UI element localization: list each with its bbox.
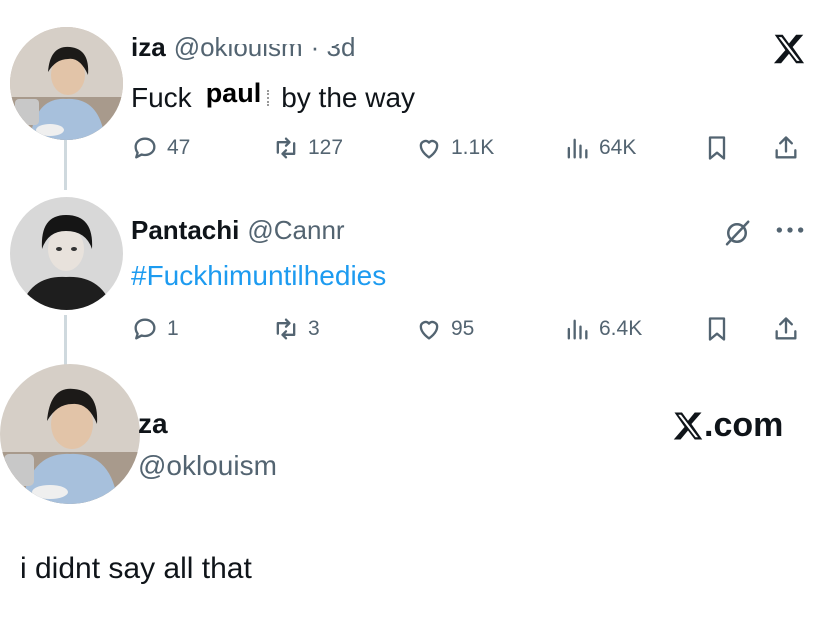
x-brand: .com (670, 406, 783, 445)
like-button[interactable]: 1.1K (415, 134, 494, 162)
thread-line (64, 315, 67, 365)
like-button[interactable]: 95 (415, 315, 474, 343)
like-icon (419, 320, 439, 340)
x-logo-icon (673, 412, 703, 439)
retweet-count: 127 (308, 136, 344, 159)
author-handle[interactable]: @oklouism (138, 450, 277, 481)
avatar[interactable] (10, 197, 123, 310)
views-icon (567, 138, 588, 159)
views-count: 6.4K (599, 317, 643, 340)
reply-icon (134, 318, 156, 340)
thread-line (64, 140, 67, 190)
share-icon[interactable] (772, 134, 800, 167)
x-logo-icon[interactable] (770, 30, 808, 68)
retweet-icon (276, 137, 296, 159)
like-count: 1.1K (451, 136, 495, 159)
redaction-label: paul (205, 78, 262, 108)
reply-text: i didnt say all that (20, 552, 252, 585)
more-icon[interactable] (774, 222, 806, 243)
author-handle[interactable]: @Cannr (247, 215, 344, 246)
avatar[interactable] (10, 27, 123, 140)
brand-label: .com (704, 406, 784, 444)
retweet-button[interactable]: 127 (272, 134, 343, 162)
retweet-button[interactable]: 3 (272, 315, 320, 343)
reply-button[interactable]: 1 (131, 315, 179, 343)
views-button[interactable]: 6.4K (563, 315, 642, 343)
bookmark-icon[interactable] (703, 134, 731, 167)
reply-count: 1 (167, 317, 179, 340)
like-icon (419, 139, 439, 159)
hashtag-link[interactable]: #Fuckhimuntilhedies (131, 260, 386, 291)
author-name[interactable]: iza (131, 32, 166, 63)
author-name[interactable]: za (138, 408, 168, 439)
author-name[interactable]: Pantachi (131, 215, 239, 246)
retweet-count: 3 (308, 317, 320, 340)
grok-icon[interactable] (722, 218, 752, 253)
views-button[interactable]: 64K (563, 134, 636, 162)
reply-count: 47 (167, 136, 191, 159)
tweet-text: Fuck (131, 81, 192, 113)
like-count: 95 (451, 317, 475, 340)
share-icon[interactable] (772, 315, 800, 348)
reply-icon (134, 137, 156, 159)
views-count: 64K (599, 136, 637, 159)
reply-button[interactable]: 47 (131, 134, 190, 162)
redaction-overlay (220, 32, 340, 44)
retweet-icon (276, 318, 296, 340)
redaction-mark (267, 89, 273, 106)
tweet-text: by the way (281, 81, 416, 113)
avatar[interactable] (0, 364, 140, 504)
views-icon (567, 319, 588, 340)
bookmark-icon[interactable] (703, 315, 731, 348)
